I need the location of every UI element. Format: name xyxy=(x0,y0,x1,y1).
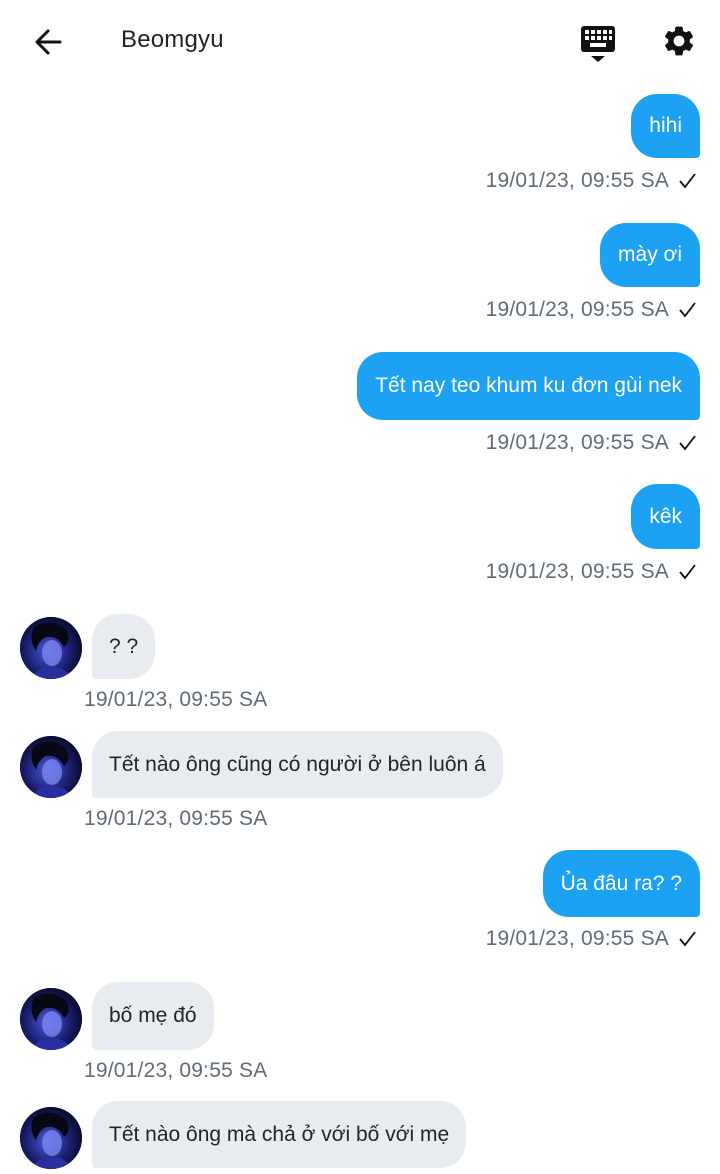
avatar[interactable] xyxy=(20,1107,82,1169)
message-text: Tết nay teo khum ku đơn gùi nek xyxy=(375,374,682,398)
message-timestamp: 19/01/23, 09:55 SA xyxy=(485,298,669,321)
back-arrow-icon xyxy=(35,29,62,55)
message-meta: 19/01/23, 09:55 SA xyxy=(486,295,697,325)
message-text: hihi xyxy=(649,114,682,138)
message-timestamp: 19/01/23, 09:55 SA xyxy=(84,688,268,711)
incoming-message-bubble[interactable]: ? ? xyxy=(92,614,156,679)
avatar[interactable] xyxy=(20,988,82,1050)
message-timestamp: 19/01/23, 09:55 SA xyxy=(84,1059,268,1082)
message-meta: 19/01/23, 09:55 SA xyxy=(84,1056,267,1086)
avatar[interactable] xyxy=(20,736,82,798)
outgoing-message-bubble[interactable]: Tết nay teo khum ku đơn gùi nek xyxy=(357,352,700,420)
outgoing-message-bubble[interactable]: hihi xyxy=(631,94,700,158)
message-text: kêk xyxy=(649,504,682,528)
message-text: mày ơi xyxy=(618,243,682,267)
message-text: ? ? xyxy=(109,634,139,658)
chat-title: Beomgyu xyxy=(121,26,224,53)
check-icon xyxy=(677,562,697,582)
message-timestamp: 19/01/23, 09:55 SA xyxy=(84,807,268,830)
message-timestamp: 19/01/23, 09:55 SA xyxy=(485,560,669,583)
incoming-message-bubble[interactable]: Tết nào ông cũng có người ở bên luôn á xyxy=(92,731,503,798)
back-button[interactable] xyxy=(26,22,70,62)
outgoing-message-bubble[interactable]: kêk xyxy=(631,484,700,549)
incoming-message-bubble[interactable]: Tết nào ông mà chả ở với bố với mẹ xyxy=(92,1101,467,1168)
gear-icon xyxy=(664,26,694,56)
settings-button[interactable] xyxy=(658,20,700,62)
message-meta: 19/01/23, 09:55 SA xyxy=(486,557,697,587)
avatar[interactable] xyxy=(20,617,82,679)
message-timestamp: 19/01/23, 09:55 SA xyxy=(485,927,669,950)
check-icon xyxy=(677,171,697,191)
message-meta: 19/01/23, 09:55 SA xyxy=(84,685,267,715)
message-timestamp: 19/01/23, 09:55 SA xyxy=(485,169,669,192)
message-text: bố mẹ đó xyxy=(109,1004,197,1028)
message-meta: 19/01/23, 09:55 SA xyxy=(486,924,697,954)
message-text: Tết nào ông mà chả ở với bố với mẹ xyxy=(109,1122,450,1146)
keyboard-icon xyxy=(581,26,615,62)
check-icon xyxy=(677,300,697,320)
message-text: Tết nào ông cũng có người ở bên luôn á xyxy=(109,752,486,776)
keyboard-button[interactable] xyxy=(576,22,620,66)
chat-header: Beomgyu xyxy=(0,0,720,84)
message-meta: 19/01/23, 09:55 SA xyxy=(486,428,697,458)
check-icon xyxy=(677,929,697,949)
check-icon xyxy=(677,433,697,453)
message-timestamp: 19/01/23, 09:55 SA xyxy=(485,431,669,454)
outgoing-message-bubble[interactable]: Ủa đâu ra? ? xyxy=(542,850,700,917)
message-meta: 19/01/23, 09:55 SA xyxy=(486,166,697,196)
message-text: Ủa đâu ra? ? xyxy=(560,871,682,895)
outgoing-message-bubble[interactable]: mày ơi xyxy=(600,223,700,287)
message-meta: 19/01/23, 09:55 SA xyxy=(84,804,267,834)
incoming-message-bubble[interactable]: bố mẹ đó xyxy=(92,982,214,1050)
